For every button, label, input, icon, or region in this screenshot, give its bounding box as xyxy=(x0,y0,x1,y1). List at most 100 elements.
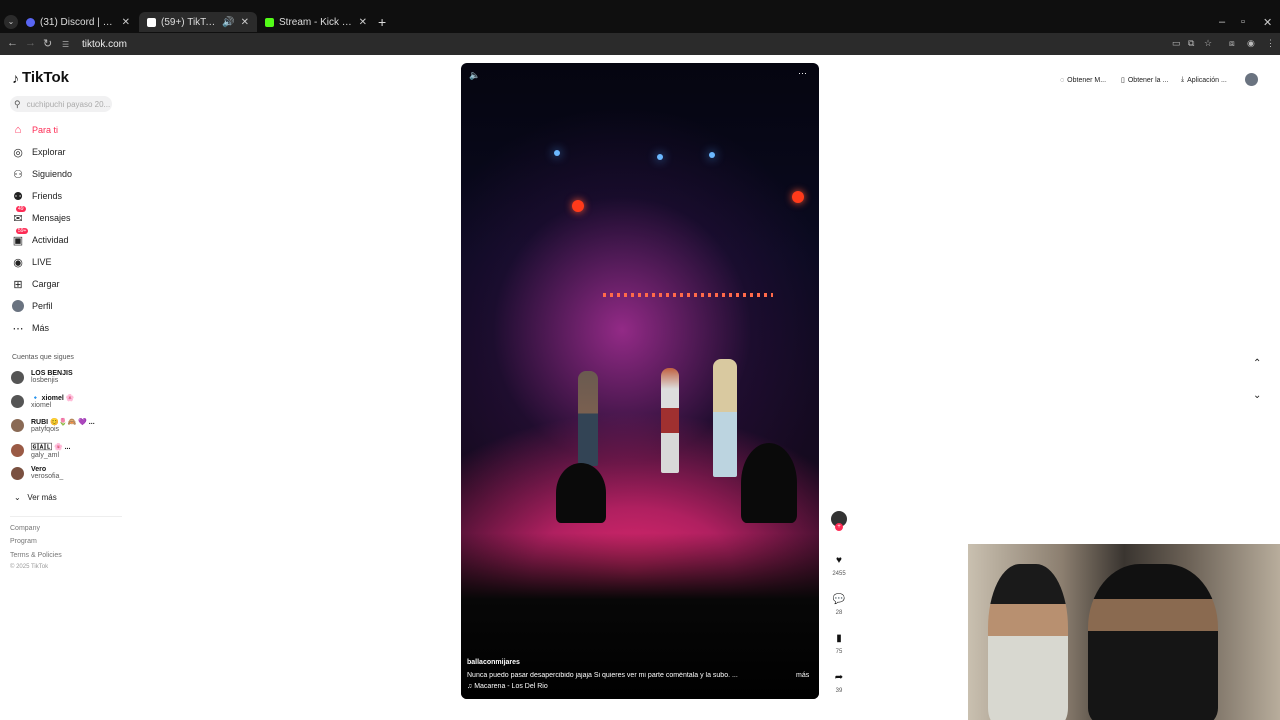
following-account[interactable]: Vero verosofia_ xyxy=(11,466,63,480)
save-count: 75 xyxy=(835,649,843,655)
tiktok-logo[interactable]: ♪ TikTok xyxy=(12,69,69,86)
bookmark-icon[interactable]: ▮ xyxy=(830,629,848,647)
tab-kick[interactable]: Stream - Kick Dashboard ✕ xyxy=(257,12,375,32)
phone-icon: ▯ xyxy=(1121,77,1125,84)
get-app-button[interactable]: ▯ Obtener la ... xyxy=(1121,74,1168,86)
install-app-icon[interactable]: ▭ xyxy=(1172,38,1181,49)
following-account[interactable]: RUBI 😊🌷🙈 💜 ... patyfqois xyxy=(11,418,95,433)
footer-link-program[interactable]: Program xyxy=(10,538,37,545)
bookmark-star-icon[interactable]: ☆ xyxy=(1204,38,1212,49)
tab-discord[interactable]: (31) Discord | #🎬 reacciones ✕ xyxy=(18,12,138,32)
tiktok-favicon-icon xyxy=(147,17,156,27)
nav-item-siguiendo[interactable]: ⚇ Siguiendo xyxy=(11,166,72,182)
desktop-app-button[interactable]: ⤓ Aplicación ... xyxy=(1181,74,1227,86)
comment-count: 28 xyxy=(835,610,843,616)
video-username[interactable]: ballaconmijares xyxy=(467,659,520,666)
following-account[interactable]: 🔹 xiomel 🌸 xiomel xyxy=(11,394,75,409)
profile-icon xyxy=(11,299,25,313)
like-action[interactable]: ♥ 2455 xyxy=(830,551,848,578)
tab-tiktok[interactable]: (59+) TikTok - Make Your D 🔊 ✕ xyxy=(139,12,257,32)
nav-item-perfil[interactable]: Perfil xyxy=(11,298,53,314)
nav-item-live[interactable]: ◉ LIVE xyxy=(11,254,51,270)
browser-tab-bar: ⌄ (31) Discord | #🎬 reacciones ✕ (59+) T… xyxy=(0,0,1280,33)
new-tab-icon[interactable]: + xyxy=(378,14,386,30)
streamer-person xyxy=(1088,564,1218,720)
footer-link-terms[interactable]: Terms & Policies xyxy=(10,552,62,559)
caption-more-button[interactable]: más xyxy=(796,672,809,679)
share-icon[interactable]: ➦ xyxy=(830,668,848,686)
close-tab-icon[interactable]: ✕ xyxy=(359,17,367,28)
nav-item-actividad[interactable]: ▣ 59+ Actividad xyxy=(11,228,69,248)
comment-action[interactable]: 💬 28 xyxy=(830,590,848,617)
avatar xyxy=(11,395,24,408)
search-input[interactable]: ⚲ cuchipuchi payaso 20... xyxy=(10,96,112,112)
site-info-icon[interactable]: ☰ xyxy=(62,40,72,49)
share-count: 39 xyxy=(835,688,843,694)
performer xyxy=(578,371,598,466)
avatar xyxy=(11,370,24,384)
home-icon: ⌂ xyxy=(14,124,22,136)
translate-icon[interactable]: ⧉ xyxy=(1188,38,1194,49)
browser-profile-icon[interactable]: ◉ xyxy=(1247,38,1255,49)
string-lights xyxy=(603,293,773,297)
save-action[interactable]: ▮ 75 xyxy=(830,629,848,656)
nav-item-para-ti[interactable]: ⌂ Para ti xyxy=(11,122,58,138)
close-tab-icon[interactable]: ✕ xyxy=(122,17,130,28)
minimize-icon[interactable]: – xyxy=(1219,16,1225,28)
kick-icon xyxy=(265,17,274,27)
following-account[interactable]: LOS BENJIS losbenjis xyxy=(11,370,73,384)
nav-item-mas[interactable]: ⋯ Más xyxy=(11,320,50,336)
url-field[interactable]: ☰ tiktok.com xyxy=(62,36,1162,52)
reload-icon[interactable]: ↻ xyxy=(43,37,52,50)
friends-icon: ⚉ xyxy=(13,190,23,203)
video-caption: Nunca puedo pasar desapercibido jajaja S… xyxy=(467,672,738,679)
volume-icon[interactable]: 🔈 xyxy=(469,70,480,81)
following-icon: ⚇ xyxy=(13,168,23,181)
nav-item-friends[interactable]: ⚉ Friends xyxy=(11,188,62,204)
maximize-icon[interactable]: ▫ xyxy=(1241,16,1245,28)
forward-icon[interactable]: → xyxy=(25,37,36,49)
activity-badge: 59+ xyxy=(16,228,29,234)
extensions-icon[interactable]: ⧈ xyxy=(1229,38,1235,49)
stage-light xyxy=(792,191,804,203)
nav-item-cargar[interactable]: ⊞ Cargar xyxy=(11,276,59,292)
streamer-person xyxy=(988,564,1068,720)
audience-head xyxy=(741,443,797,523)
next-video-icon[interactable]: ⌄ xyxy=(1253,390,1261,401)
close-window-icon[interactable]: ✕ xyxy=(1263,16,1272,29)
discord-icon xyxy=(26,17,35,27)
nav-item-explorar[interactable]: ◎ Explorar xyxy=(11,144,65,160)
follow-plus-icon[interactable]: + xyxy=(835,523,843,531)
tab-search-icon[interactable]: ⌄ xyxy=(4,15,18,29)
avatar xyxy=(11,419,24,432)
audience-head xyxy=(556,463,606,523)
previous-video-icon[interactable]: ⌃ xyxy=(1253,358,1261,369)
stage-light xyxy=(709,152,715,158)
creator-avatar[interactable]: + xyxy=(831,511,847,531)
nav-item-mensajes[interactable]: ✉ 49 Mensajes xyxy=(11,206,71,226)
copyright: © 2025 TikTok xyxy=(10,564,49,570)
video-menu-icon[interactable]: ⋯ xyxy=(798,68,807,79)
audio-icon[interactable]: 🔊 xyxy=(222,17,234,28)
performer xyxy=(713,359,737,477)
sidebar-divider xyxy=(10,516,122,517)
comment-icon[interactable]: 💬 xyxy=(830,590,848,608)
performer xyxy=(661,368,679,473)
video-sound[interactable]: ♫ Macarena - Los Del Rio xyxy=(467,683,548,690)
browser-menu-icon[interactable]: ⋮ xyxy=(1266,38,1275,49)
tiktok-note-icon: ♪ xyxy=(12,69,19,86)
get-coins-button[interactable]: ◌ Obtener M... xyxy=(1060,74,1106,86)
download-icon: ⤓ xyxy=(1181,76,1185,83)
close-tab-icon[interactable]: ✕ xyxy=(241,17,249,28)
back-icon[interactable]: ← xyxy=(7,37,18,49)
share-action[interactable]: ➦ 39 xyxy=(830,668,848,695)
video-player[interactable]: 🔈 ⋯ ballaconmijares Nunca puedo pasar de… xyxy=(461,63,819,699)
live-icon: ◉ xyxy=(13,256,23,269)
see-more-button[interactable]: ⌄ Ver más xyxy=(14,493,57,502)
following-account[interactable]: 🄶🄰🄻 🌸 ... galy_aml xyxy=(11,442,70,459)
heart-icon[interactable]: ♥ xyxy=(830,551,848,569)
webcam-overlay xyxy=(968,544,1280,720)
messages-icon: ✉ 49 xyxy=(13,206,26,225)
user-avatar[interactable] xyxy=(1245,73,1258,86)
footer-link-company[interactable]: Company xyxy=(10,525,40,532)
